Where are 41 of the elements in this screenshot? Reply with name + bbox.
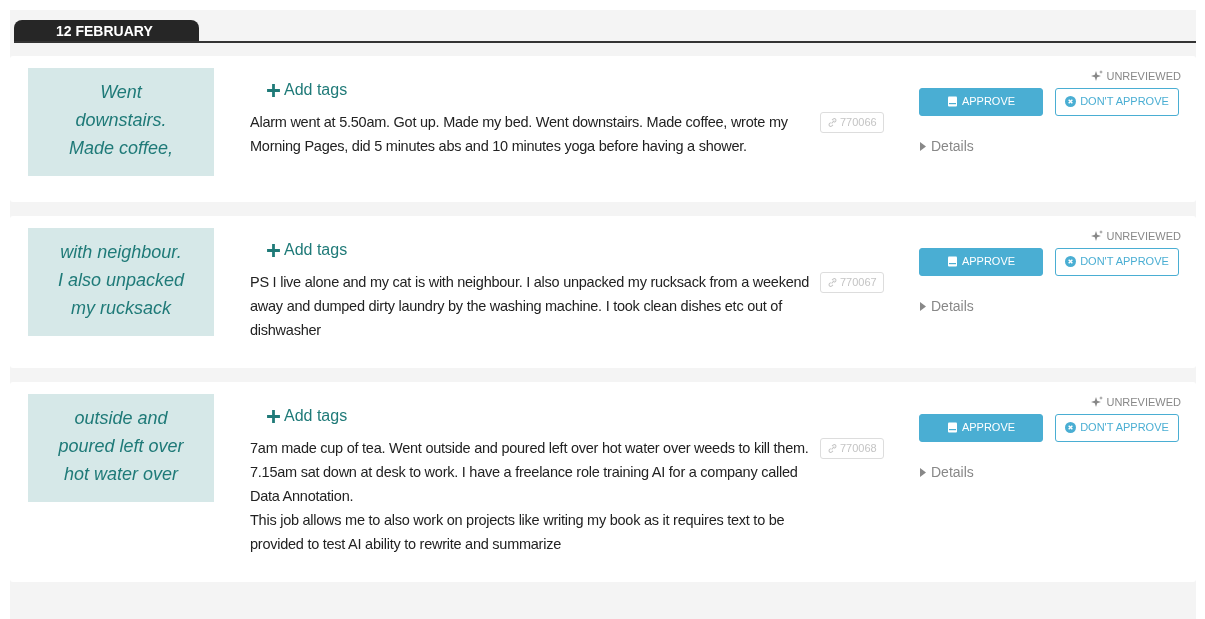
add-tags-button[interactable]: Add tags [250,238,348,262]
book-icon [946,422,958,433]
caret-icon [919,467,926,477]
preview-thumbnail: Went downstairs. Made coffee, [28,68,214,176]
dont-approve-button[interactable]: DON'T APPROVE [1055,247,1179,276]
plus-icon [266,82,281,98]
close-circle-icon [1065,96,1077,107]
status-label: UNREVIEWED [919,228,1181,245]
dont-approve-button[interactable]: DON'T APPROVE [1055,87,1179,116]
caret-icon [919,141,926,151]
entry-text: This job allows me to also work on projects like writing my book as it requires text to be provided to test AI ability to rewrite and summarize [250,511,786,554]
add-tags-button[interactable]: Add tags [250,78,348,102]
reference-link[interactable]: 770067 [820,272,884,293]
details-toggle[interactable]: Details [919,135,974,157]
book-icon [946,96,958,107]
entry-text: Alarm went at 5.50am. Got up. Made my bed. Went downstairs. Made coffee, wrote my Morning Pages, did 5 minutes abs and 10 minutes yoga before having a shower. [250,113,789,156]
approve-button[interactable]: APPROVE [919,247,1043,276]
plus-icon [266,242,281,258]
link-icon [827,116,838,128]
entry-text: 7am made cup of tea. Went outside and poured left over hot water over weeds to kill them. [250,439,810,458]
dont-approve-button[interactable]: DON'T APPROVE [1055,413,1179,442]
status-label: UNREVIEWED [919,68,1181,85]
close-circle-icon [1065,256,1077,267]
link-icon [827,276,838,288]
status-label: UNREVIEWED [919,394,1181,411]
link-icon [827,442,838,454]
reference-link[interactable]: 770068 [820,438,884,459]
reference-link[interactable]: 770066 [820,112,884,133]
caret-icon [919,301,926,311]
preview-thumbnail: outside and poured left over hot water over [28,394,214,502]
book-icon [946,256,958,267]
add-tags-button[interactable]: Add tags [250,404,348,428]
approve-button[interactable]: APPROVE [919,87,1043,116]
entry-text: PS I live alone and my cat is with neighbour. I also unpacked my rucksack from a weekend away and dumped dirty laundry by the washing machine. I took clean dishes etc out of dishwasher [250,273,811,340]
details-toggle[interactable]: Details [919,461,974,483]
preview-thumbnail: with neighbour. I also unpacked my rucksack [28,228,214,336]
plus-icon [266,408,281,424]
details-toggle[interactable]: Details [919,295,974,317]
close-circle-icon [1065,422,1077,433]
entry-text: 7.15am sat down at desk to work. I have a freelance role training AI for a company called Data Annotation. [250,463,799,506]
approve-button[interactable]: APPROVE [919,413,1043,442]
